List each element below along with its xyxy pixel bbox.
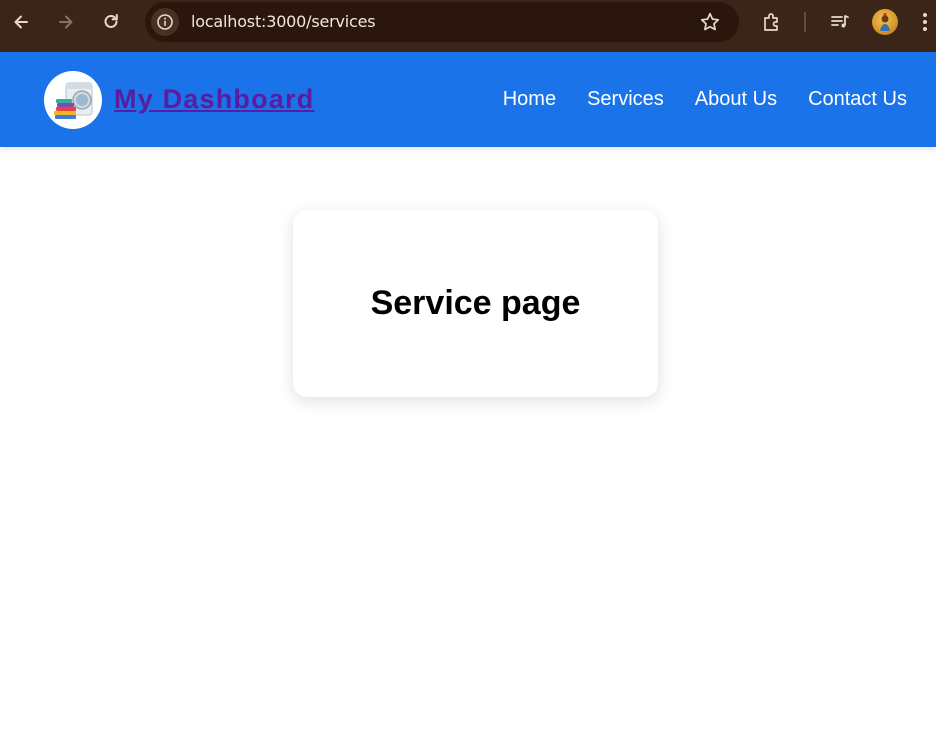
brand-link[interactable]: My Dashboard [114, 82, 314, 116]
reload-icon[interactable] [96, 7, 126, 37]
browser-toolbar: localhost:3000/services [0, 0, 936, 52]
nav-services[interactable]: Services [587, 86, 664, 112]
media-queue-icon[interactable] [825, 7, 855, 37]
nav-about-us[interactable]: About Us [695, 86, 777, 112]
nav-home[interactable]: Home [503, 86, 556, 112]
back-arrow-icon[interactable] [6, 7, 36, 37]
main-nav: Home Services About Us Contact Us [503, 86, 907, 112]
url-text[interactable]: localhost:3000/services [191, 12, 376, 32]
washing-machine-logo[interactable] [44, 71, 102, 129]
kebab-menu-icon[interactable] [915, 7, 935, 37]
page-title: Service page [370, 284, 581, 322]
address-bar[interactable]: localhost:3000/services [145, 2, 739, 42]
toolbar-divider [804, 12, 806, 32]
profile-avatar[interactable] [872, 9, 898, 35]
site-info-icon[interactable] [151, 8, 179, 36]
app-header: My Dashboard Home Services About Us Cont… [0, 52, 936, 147]
service-card: Service page [293, 210, 658, 397]
nav-contact-us[interactable]: Contact Us [808, 86, 907, 112]
forward-arrow-icon[interactable] [51, 7, 81, 37]
extensions-icon[interactable] [757, 7, 787, 37]
bookmark-star-icon[interactable] [699, 11, 721, 38]
